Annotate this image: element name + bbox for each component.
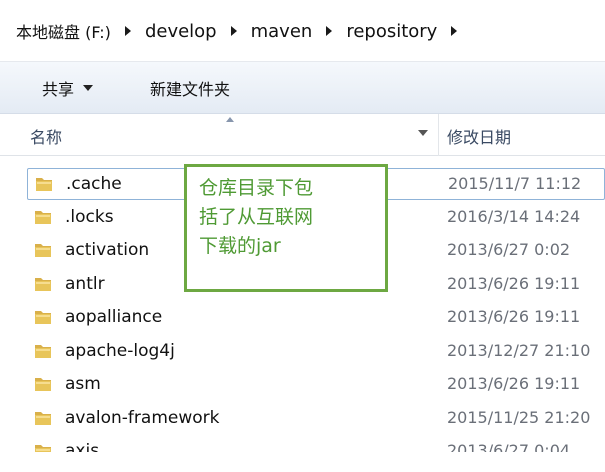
file-name: activation <box>65 240 150 260</box>
chevron-right-icon[interactable] <box>326 26 333 36</box>
file-row[interactable]: axis 2013/6/27 0:04 <box>27 436 605 452</box>
file-date-modified: 2013/6/27 0:02 <box>447 240 571 259</box>
column-header-name[interactable]: 名称 <box>30 124 62 148</box>
breadcrumb-item-repository[interactable]: repository <box>346 21 437 42</box>
callout-line: 括了从互联网 <box>199 206 314 228</box>
file-name: asm <box>65 374 101 394</box>
file-date-modified: 2013/6/26 19:11 <box>447 374 581 393</box>
file-name: .cache <box>66 174 122 194</box>
column-header: 名称 修改日期 <box>0 114 605 156</box>
file-name: apache-log4j <box>65 340 175 361</box>
breadcrumb: 本地磁盘 (F:) develop maven repository <box>16 18 471 44</box>
folder-icon <box>35 277 51 291</box>
file-date-modified: 2015/11/7 11:12 <box>448 174 582 193</box>
folder-icon <box>36 178 52 191</box>
file-row[interactable]: apache-log4j 2013/12/27 21:10 <box>27 336 605 368</box>
new-folder-label: 新建文件夹 <box>150 80 231 99</box>
file-name: avalon-framework <box>65 407 220 428</box>
folder-icon <box>35 311 51 324</box>
file-name: aopalliance <box>65 307 163 327</box>
chevron-right-icon[interactable] <box>230 26 237 36</box>
sort-ascending-icon <box>226 117 234 122</box>
folder-icon <box>35 411 51 425</box>
file-name: axis <box>65 441 100 452</box>
file-date-modified: 2013/6/27 0:04 <box>447 441 571 452</box>
folder-icon <box>35 378 51 391</box>
column-dropdown-icon[interactable] <box>418 130 428 136</box>
callout-line: 下载的jar <box>199 235 281 257</box>
column-header-date-modified[interactable]: 修改日期 <box>447 124 511 148</box>
share-label: 共享 <box>42 80 75 99</box>
folder-icon <box>35 344 51 358</box>
breadcrumb-item-drive[interactable]: 本地磁盘 (F:) <box>16 19 111 43</box>
file-date-modified: 2013/12/27 21:10 <box>447 340 591 360</box>
file-name: .locks <box>65 206 114 227</box>
file-row[interactable]: asm 2013/6/26 19:11 <box>27 369 605 401</box>
callout-line: 仓库目录下包 <box>199 177 314 199</box>
new-folder-button[interactable]: 新建文件夹 <box>150 76 230 100</box>
chevron-right-icon[interactable] <box>124 26 131 36</box>
chevron-right-icon[interactable] <box>451 26 458 36</box>
share-button[interactable]: 共享 <box>42 76 94 100</box>
column-divider[interactable] <box>438 114 439 156</box>
file-name: antlr <box>65 273 105 294</box>
address-bar[interactable]: 本地磁盘 (F:) develop maven repository <box>0 0 605 62</box>
file-date-modified: 2015/11/25 21:20 <box>447 407 591 427</box>
file-date-modified: 2016/3/14 14:24 <box>447 206 581 226</box>
breadcrumb-item-develop[interactable]: develop <box>145 21 217 42</box>
folder-icon <box>35 244 51 257</box>
toolbar: 共享 新建文件夹 <box>0 62 605 114</box>
chevron-down-icon <box>83 85 94 91</box>
file-date-modified: 2013/6/26 19:11 <box>447 273 581 293</box>
file-row[interactable]: avalon-framework 2015/11/25 21:20 <box>27 403 605 435</box>
file-row[interactable]: aopalliance 2013/6/26 19:11 <box>27 302 605 334</box>
annotation-callout: 仓库目录下包 括了从互联网 下载的jar <box>184 164 388 292</box>
folder-icon <box>35 210 51 224</box>
file-date-modified: 2013/6/26 19:11 <box>447 307 581 326</box>
breadcrumb-item-maven[interactable]: maven <box>251 21 313 42</box>
folder-icon <box>35 445 51 452</box>
